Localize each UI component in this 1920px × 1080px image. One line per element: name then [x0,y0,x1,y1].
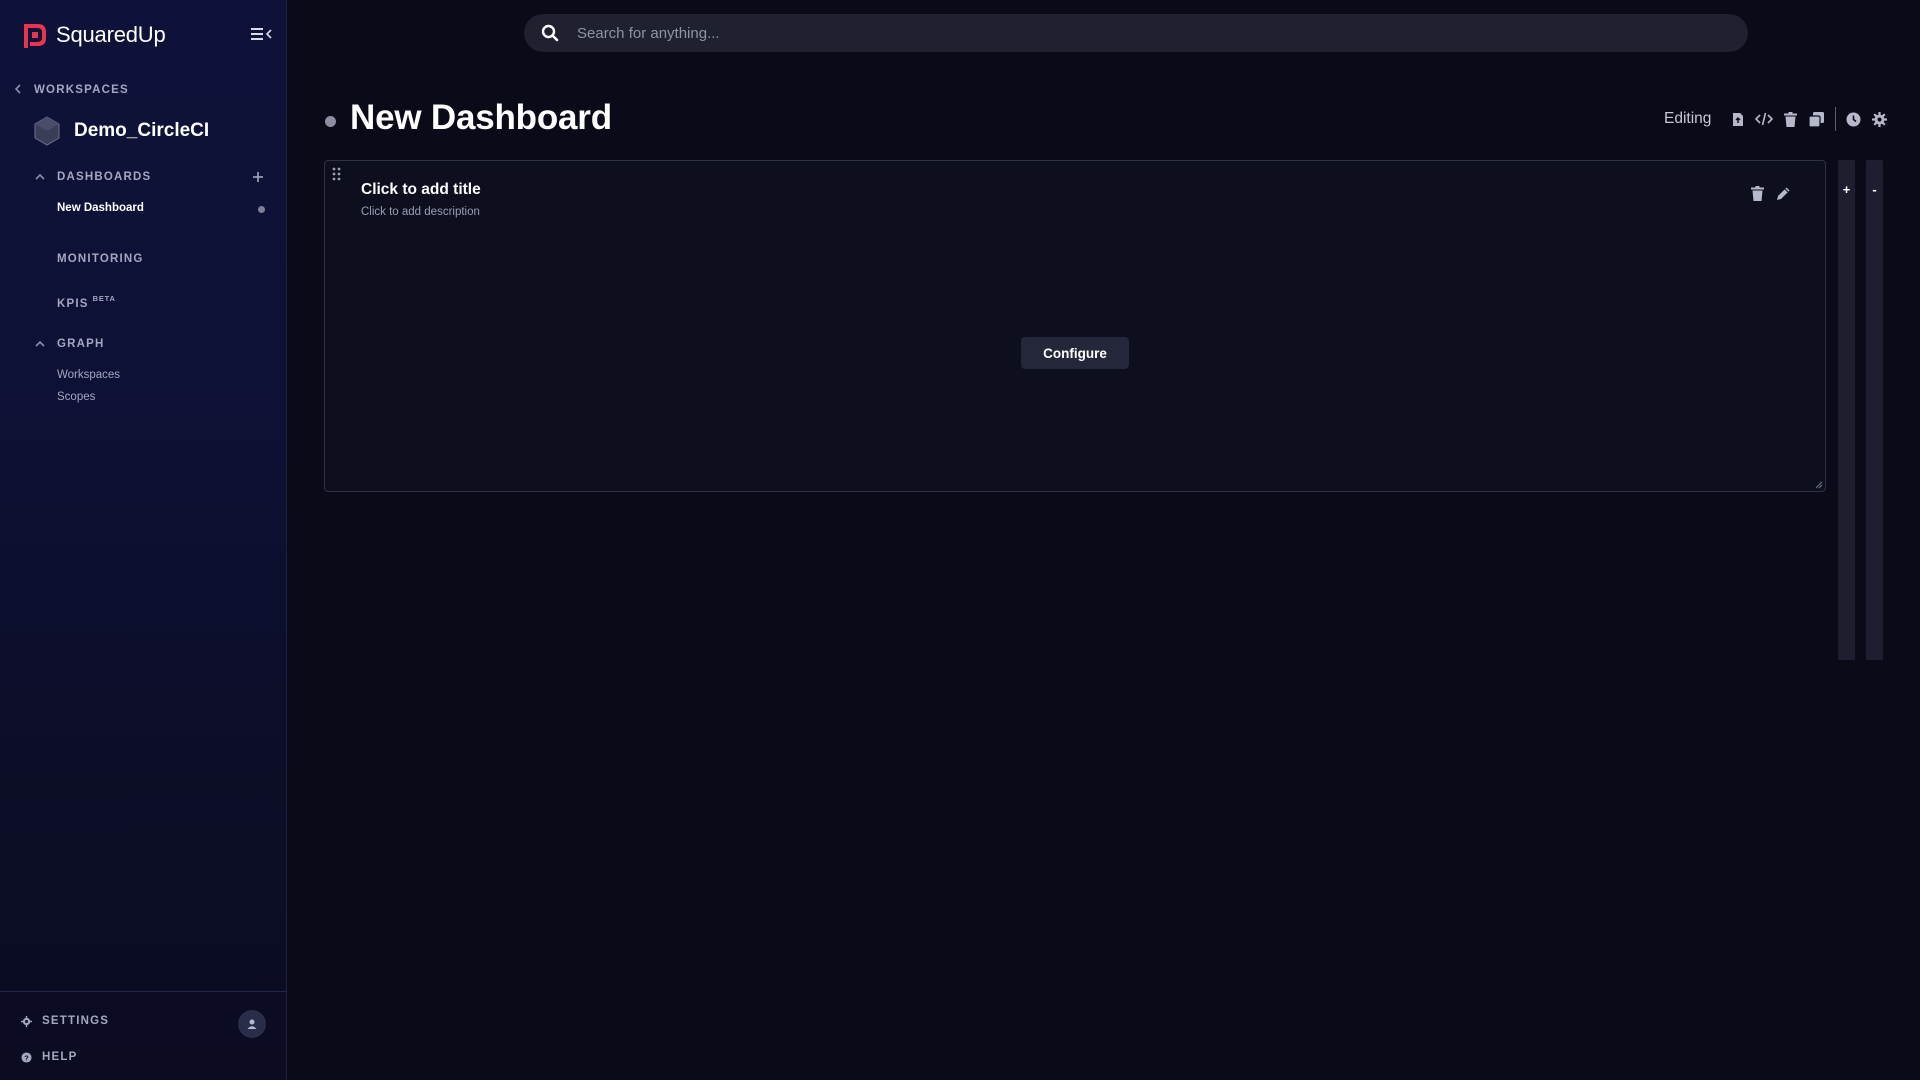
gear-icon [1871,111,1887,127]
help-label: HELP [42,1051,78,1063]
dashboard-toolbar: Editing [1664,107,1896,131]
search-input[interactable] [577,24,1748,42]
chevron-up-icon [35,172,45,183]
gear-icon [21,1015,32,1027]
sidebar-item-new-dashboard[interactable]: New Dashboard [57,202,144,214]
graph-group-toggle[interactable]: GRAPH [35,338,105,350]
brand[interactable]: SquaredUp [22,20,166,50]
workspace-name: Demo_CircleCI [74,120,210,141]
configure-button[interactable]: Configure [1021,337,1129,369]
tile-actions [1749,185,1791,201]
back-to-workspaces-link[interactable]: WORKSPACES [14,83,129,97]
code-icon [1755,112,1774,126]
menu-collapse-icon [251,28,272,40]
settings-label: SETTINGS [42,1015,110,1027]
settings-link[interactable]: SETTINGS [21,1015,109,1027]
add-column-label: + [1842,182,1851,197]
search-icon [541,24,559,42]
dashboards-label: DASHBOARDS [57,171,152,183]
workspace-header[interactable]: Demo_CircleCI [32,115,209,147]
global-search[interactable] [524,14,1748,52]
tile-title[interactable]: Click to add title [361,181,481,199]
chevron-left-icon [14,83,24,97]
dashboards-group-toggle[interactable]: DASHBOARDS [35,171,151,183]
copy-icon [1808,111,1824,127]
sidebar-item-workspaces[interactable]: Workspaces [57,369,120,381]
export-button[interactable] [1729,110,1747,128]
trash-icon [1750,185,1764,201]
help-link[interactable]: ? HELP [21,1051,77,1063]
user-icon [247,1019,257,1029]
beta-badge: BETA [92,294,116,303]
unsaved-indicator [258,206,265,213]
add-dashboard-button[interactable] [253,169,263,186]
add-column-rail[interactable]: + [1838,160,1855,660]
trash-icon [1783,111,1797,127]
edit-code-button[interactable] [1755,110,1774,128]
page-title[interactable]: New Dashboard [350,98,612,138]
graph-label: GRAPH [57,338,105,350]
toolbar-separator [1835,107,1837,131]
pencil-icon [1776,187,1789,200]
sidebar-item-kpis[interactable]: KPIS BETA [57,294,116,312]
chevron-up-icon [35,339,45,350]
sidebar-collapse-button[interactable] [250,24,274,44]
dashboard-tile[interactable]: Click to add title Click to add descript… [324,160,1826,492]
edit-tile-button[interactable] [1775,185,1791,201]
user-avatar[interactable] [238,1010,266,1038]
tile-description[interactable]: Click to add description [361,206,480,218]
sidebar: SquaredUp WORKSPACES Demo_CircleCI DASHB… [0,0,287,1080]
timeframe-button[interactable] [1844,110,1862,128]
editing-mode-label: Editing [1664,110,1712,127]
clock-icon [1846,112,1861,126]
help-icon: ? [21,1051,32,1063]
squaredup-logo-icon [24,24,46,48]
remove-column-label: - [1872,182,1877,197]
delete-tile-button[interactable] [1749,185,1765,201]
remove-column-rail[interactable]: - [1866,160,1883,660]
duplicate-button[interactable] [1807,110,1825,128]
svg-text:?: ? [24,1053,29,1062]
resize-handle-icon[interactable] [1813,479,1823,489]
drag-handle-icon[interactable] [331,167,343,181]
workspace-hexagon-icon [34,116,60,146]
dashboard-status-dot [325,116,336,127]
workspaces-label: WORKSPACES [34,84,129,96]
app-root: SquaredUp WORKSPACES Demo_CircleCI DASHB… [0,0,1920,1080]
monitoring-label: MONITORING [57,253,144,265]
sidebar-item-monitoring[interactable]: MONITORING [57,249,144,267]
kpis-label: KPIS [57,298,89,310]
plus-icon [253,172,263,182]
dashboard-settings-button[interactable] [1870,110,1888,128]
export-icon [1733,112,1744,126]
brand-name: SquaredUp [56,22,166,47]
sidebar-item-scopes[interactable]: Scopes [57,391,95,403]
delete-dashboard-button[interactable] [1781,110,1799,128]
